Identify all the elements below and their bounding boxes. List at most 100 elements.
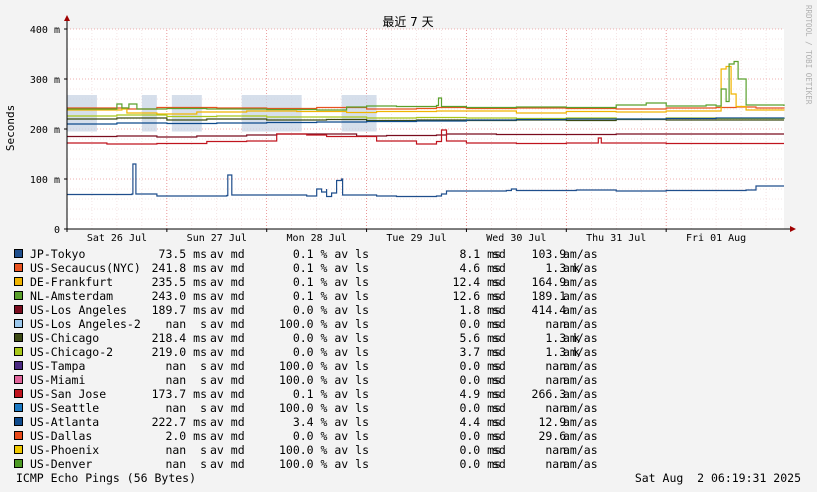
x-axis-arrow (790, 226, 796, 232)
legend-swatch (14, 263, 23, 272)
legend-row: DE-Frankfurt 235.5 ms av md 0.1 % av ls 12.4… (14, 275, 634, 289)
legend-name: JP-Tokyo (30, 247, 86, 261)
legend-loss: 0.1 % av ls (292, 289, 369, 303)
legend-ratio-label: am/as (563, 401, 598, 415)
legend-row: NL-Amsterdam 243.0 ms av md 0.1 % av ls 12.6… (14, 289, 634, 303)
legend-avg: nan s (165, 373, 207, 387)
legend-stdev-label: sd (492, 387, 506, 401)
legend-ratio-label: am/as (563, 415, 598, 429)
legend-row: US-Atlanta 222.7 ms av md 3.4 % av ls 4.4 ms… (14, 415, 634, 429)
legend-row: US-Los Angeles 189.7 ms av md 0.0 % av ls 1.… (14, 303, 634, 317)
legend-avg-label: av md (210, 401, 245, 415)
legend-name: US-Tampa (30, 359, 86, 373)
legend-swatch (14, 347, 23, 356)
legend-name: US-Seattle (30, 401, 100, 415)
legend-loss: 0.0 % av ls (292, 345, 369, 359)
legend-swatch (14, 389, 23, 398)
legend-ratio-label: am/as (563, 331, 598, 345)
legend-name: US-Phoenix (30, 443, 100, 457)
legend-row: US-Phoenix nan s av md 100.0 % av ls 0.0 ms s… (14, 443, 634, 457)
legend-name: US-Denver (30, 457, 93, 471)
legend-ratio-label: am/as (563, 261, 598, 275)
legend-swatch (14, 445, 23, 454)
legend-swatch (14, 249, 23, 258)
legend-avg-label: av md (210, 387, 245, 401)
legend-loss: 100.0 % av ls (278, 443, 369, 457)
x-tick-label: Mon 28 Jul (287, 233, 347, 244)
legend-avg: 218.4 ms (151, 331, 207, 345)
legend-ratio-label: am/as (563, 317, 598, 331)
legend-ratio-label: am/as (563, 429, 598, 443)
legend-loss: 0.0 % av ls (292, 331, 369, 345)
legend-stdev-label: sd (492, 429, 506, 443)
legend-name: US-Los Angeles (30, 303, 127, 317)
legend-avg-label: av md (210, 443, 245, 457)
legend-avg: nan s (165, 457, 207, 471)
legend-swatch (14, 375, 23, 384)
y-tick-label: 400 m (30, 25, 60, 36)
legend-avg-label: av md (210, 317, 245, 331)
x-tick-label: Sat 26 Jul (87, 233, 147, 244)
x-tick-label: Thu 31 Jul (586, 233, 646, 244)
legend-name: US-Los Angeles-2 (30, 317, 141, 331)
legend-stdev-label: sd (492, 457, 506, 471)
legend-name: DE-Frankfurt (30, 275, 114, 289)
x-tick-label: Wed 30 Jul (486, 233, 546, 244)
legend-stdev-label: sd (492, 317, 506, 331)
legend-avg-label: av md (210, 247, 245, 261)
legend-avg: nan s (165, 359, 207, 373)
legend-avg: 222.7 ms (151, 415, 207, 429)
legend-stdev-label: sd (492, 331, 506, 345)
legend-avg-label: av md (210, 331, 245, 345)
legend-avg-label: av md (210, 275, 245, 289)
legend-swatch (14, 431, 23, 440)
legend-ratio-label: am/as (563, 359, 598, 373)
legend-row: US-Secaucus(NYC) 241.8 ms av md 0.1 % av ls… (14, 261, 634, 275)
legend-ratio-label: am/as (563, 373, 598, 387)
legend-ratio-label: am/as (563, 457, 598, 471)
legend-stdev-label: sd (492, 373, 506, 387)
legend-name: US-Chicago (30, 331, 100, 345)
legend-row: US-Tampa nan s av md 100.0 % av ls 0.0 ms sd n… (14, 359, 634, 373)
legend-loss: 100.0 % av ls (278, 317, 369, 331)
legend-avg: 73.5 ms (158, 247, 207, 261)
legend-row: US-Dallas 2.0 ms av md 0.0 % av ls 0.0 ms sd 2… (14, 429, 634, 443)
legend-name: US-Atlanta (30, 415, 100, 429)
legend-avg: nan s (165, 401, 207, 415)
legend-row: US-Seattle nan s av md 100.0 % av ls 0.0 ms s… (14, 401, 634, 415)
legend-swatch (14, 459, 23, 468)
legend-row: US-San Jose 173.7 ms av md 0.1 % av ls 4.9 m… (14, 387, 634, 401)
legend-avg-label: av md (210, 429, 245, 443)
legend-avg-label: av md (210, 303, 245, 317)
legend-stdev-label: sd (492, 289, 506, 303)
legend-loss: 0.1 % av ls (292, 247, 369, 261)
y-tick-label: 100 m (30, 175, 60, 186)
legend-swatch (14, 403, 23, 412)
legend-ratio-label: am/as (563, 275, 598, 289)
footer-timestamp: Sat Aug 2 06:19:31 2025 (634, 471, 801, 485)
y-tick-label: 0 (54, 225, 60, 236)
legend-stdev-label: sd (492, 401, 506, 415)
legend-avg-label: av md (210, 289, 245, 303)
smoke-band (241, 95, 302, 132)
legend-avg-label: av md (210, 345, 245, 359)
legend-stdev-label: sd (492, 359, 506, 373)
legend-row: US-Denver nan s av md 100.0 % av ls 0.0 ms sd… (14, 457, 634, 471)
legend-ratio-label: am/as (563, 303, 598, 317)
legend-ratio-label: am/as (563, 443, 598, 457)
legend-name: US-Secaucus(NYC) (30, 261, 141, 275)
legend-swatch (14, 277, 23, 286)
legend-loss: 0.1 % av ls (292, 387, 369, 401)
legend-avg-label: av md (210, 261, 245, 275)
legend-avg: 241.8 ms (151, 261, 207, 275)
legend-row: JP-Tokyo 73.5 ms av md 0.1 % av ls 8.1 ms sd 1… (14, 247, 634, 261)
legend-avg: 2.0 ms (165, 429, 207, 443)
legend-ratio-label: am/as (563, 387, 598, 401)
watermark: RRDTOOL / TOBI OETIKER (804, 5, 813, 105)
legend-ratio-label: am/as (563, 289, 598, 303)
legend-name: NL-Amsterdam (30, 289, 114, 303)
legend-loss: 100.0 % av ls (278, 373, 369, 387)
legend-swatch (14, 361, 23, 370)
legend-avg-label: av md (210, 457, 245, 471)
legend-avg-label: av md (210, 359, 245, 373)
